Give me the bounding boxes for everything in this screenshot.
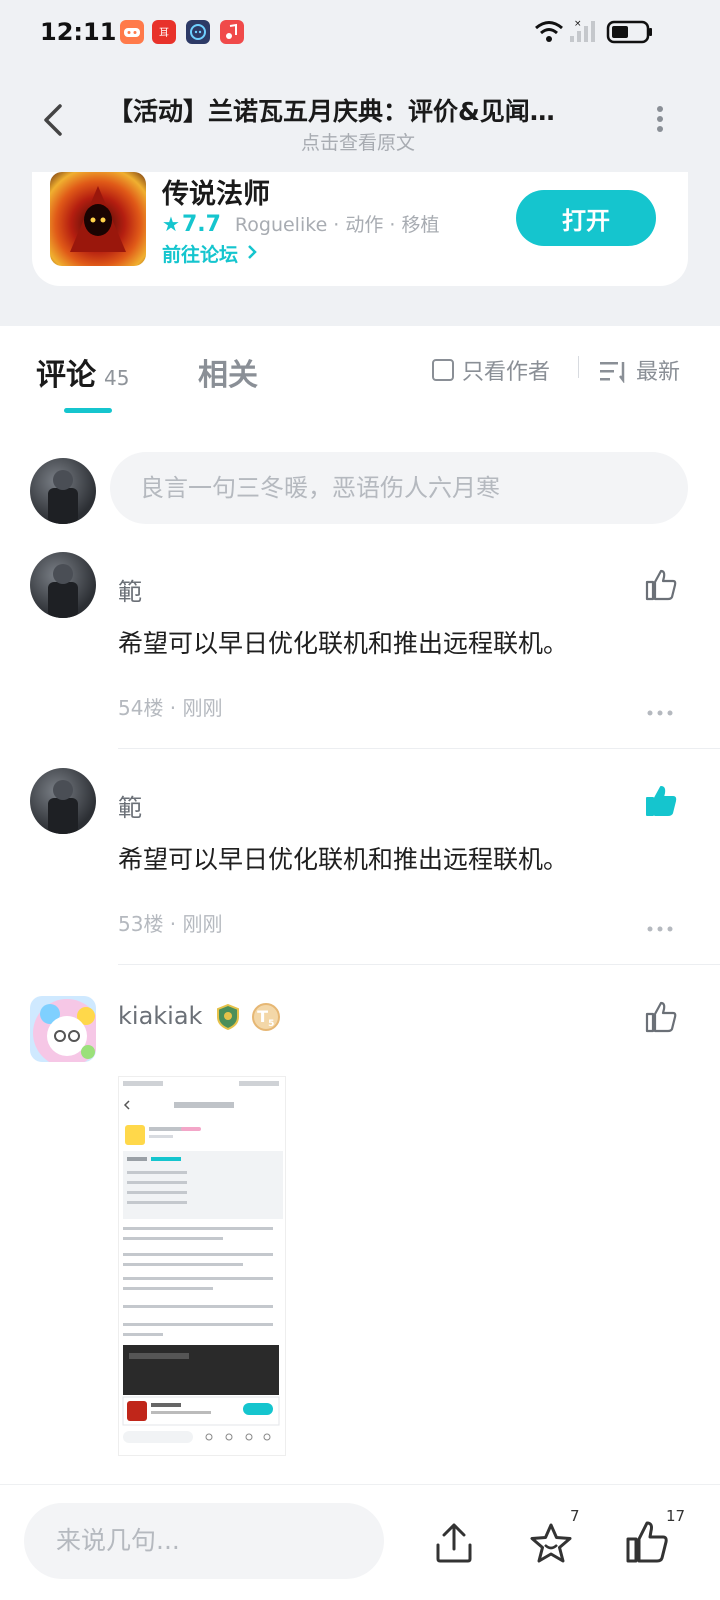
favorite-count: 7: [570, 1507, 580, 1525]
svg-text:×: ×: [574, 19, 582, 29]
battery-icon: [606, 20, 652, 44]
forum-link[interactable]: 前往论坛: [162, 240, 259, 267]
signal-icon: ×: [570, 19, 595, 42]
view-original-link[interactable]: 点击查看原文: [108, 128, 608, 155]
divider: [578, 356, 579, 378]
bottom-bar: 来说几句... 7 17: [0, 1484, 720, 1600]
tab-related[interactable]: 相关: [198, 350, 258, 394]
game-tags: Roguelike · 动作 · 移植: [234, 214, 440, 236]
open-game-button[interactable]: 打开: [516, 190, 656, 246]
forum-link-label: 前往论坛: [162, 244, 239, 266]
comment-meta: 54楼 · 刚刚: [118, 696, 223, 720]
status-time: 12:11: [40, 18, 117, 46]
status-icons: ×: [534, 18, 654, 52]
music-notification-icon: [220, 20, 244, 44]
comment-username-row: kiakiak T5: [118, 1002, 280, 1031]
attached-screenshot[interactable]: [118, 1076, 286, 1456]
comment-username[interactable]: 範: [118, 572, 142, 607]
author-only-label: 只看作者: [462, 360, 551, 385]
comment-username[interactable]: kiakiak: [118, 1002, 202, 1030]
thumbs-up-icon[interactable]: [624, 1519, 670, 1565]
app-notification-icon: [186, 20, 210, 44]
comment-input[interactable]: [110, 452, 688, 524]
tab-comments[interactable]: 评论 45: [36, 350, 129, 394]
game-rating: 7.7: [181, 212, 221, 237]
avatar[interactable]: [30, 552, 96, 618]
sort-button[interactable]: 最新: [600, 354, 680, 386]
star-icon: ★: [162, 212, 180, 236]
author-only-toggle[interactable]: 只看作者: [432, 354, 550, 386]
avatar[interactable]: [30, 996, 96, 1062]
game-card[interactable]: 传说法师 ★7.7 Roguelike · 动作 · 移植 前往论坛 打开: [32, 172, 688, 286]
divider: [118, 748, 720, 749]
like-count: 17: [666, 1507, 686, 1525]
comment-count: 45: [104, 366, 130, 390]
comment-text[interactable]: 希望可以早日优化联机和推出远程联机。: [118, 840, 568, 876]
game-name: 传说法师: [162, 179, 270, 210]
more-horizontal-icon[interactable]: [646, 702, 674, 716]
game-rating-row: ★7.7 Roguelike · 动作 · 移植: [162, 210, 440, 237]
more-horizontal-icon[interactable]: [646, 918, 674, 932]
level-badge-letter: T: [257, 1007, 269, 1026]
comment-meta: 53楼 · 刚刚: [118, 912, 223, 936]
more-vertical-icon[interactable]: [650, 104, 670, 134]
thumbs-up-icon[interactable]: [644, 568, 678, 602]
level-badge: T5: [251, 1003, 280, 1031]
comment-username[interactable]: 範: [118, 788, 142, 823]
bottom-comment-input[interactable]: 来说几句...: [24, 1503, 384, 1579]
sort-label: 最新: [636, 360, 681, 385]
audio-notification-icon: 耳: [152, 20, 176, 44]
comment-text[interactable]: 希望可以早日优化联机和推出远程联机。: [118, 624, 568, 660]
active-tab-indicator: [64, 408, 112, 413]
game-notification-icon: [120, 20, 144, 44]
game-icon[interactable]: [50, 172, 146, 266]
favorite-star-icon[interactable]: [528, 1521, 574, 1567]
wifi-icon: [535, 21, 563, 42]
share-icon[interactable]: [432, 1521, 476, 1565]
post-title[interactable]: 【活动】兰诺瓦五月庆典：评价&见闻…: [108, 92, 608, 128]
svg-text:耳: 耳: [159, 27, 169, 39]
tab-comments-label: 评论: [36, 358, 96, 393]
checkbox-icon[interactable]: [432, 359, 454, 381]
thumbs-up-filled-icon[interactable]: [644, 784, 678, 818]
level-badge-number: 5: [268, 1019, 275, 1030]
divider: [118, 964, 720, 965]
thumbs-up-icon[interactable]: [644, 1000, 678, 1034]
sort-icon: [600, 358, 636, 384]
tab-bar: 评论 45 相关 只看作者 最新: [0, 326, 720, 422]
self-avatar[interactable]: [30, 458, 96, 524]
shield-badge-icon: [216, 1003, 240, 1031]
avatar[interactable]: [30, 768, 96, 834]
chevron-right-icon: [245, 244, 259, 266]
back-arrow-icon[interactable]: [38, 100, 70, 140]
